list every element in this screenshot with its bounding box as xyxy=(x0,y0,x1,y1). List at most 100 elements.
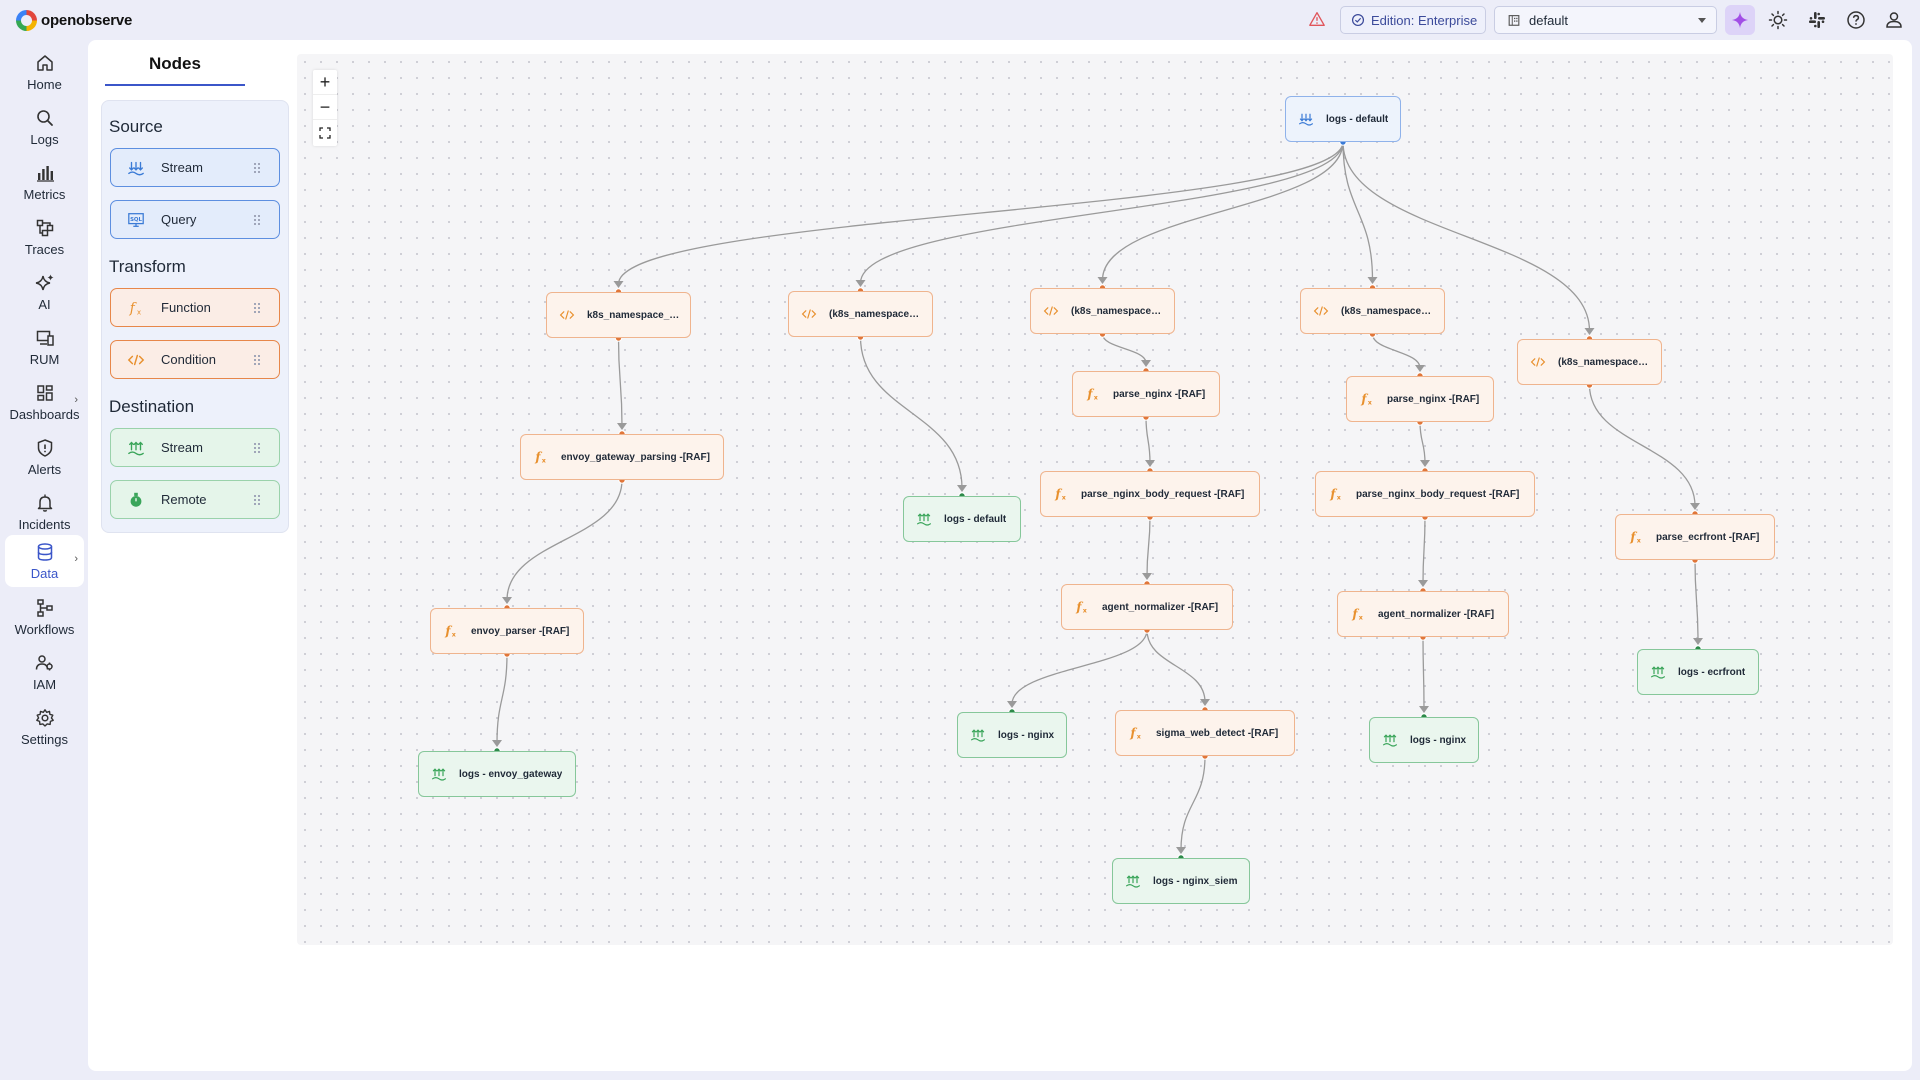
warning-icon[interactable] xyxy=(1308,10,1326,28)
pipeline-edge[interactable] xyxy=(617,141,1344,285)
pipeline-edge[interactable] xyxy=(1588,384,1696,507)
bell-icon xyxy=(37,494,52,512)
pipeline-edge[interactable] xyxy=(617,337,623,427)
nav-item-ai[interactable]: AI xyxy=(5,266,84,318)
drag-handle-icon[interactable] xyxy=(253,442,261,454)
pipeline-node-label: (k8s_namespace_name ... xyxy=(1341,305,1436,317)
nav-label: RUM xyxy=(29,351,60,367)
pipeline-node-destination[interactable]: logs - envoy_gateway xyxy=(418,751,576,797)
edge-arrow xyxy=(502,597,512,604)
pipeline-node-condition[interactable]: (k8s_namespace_name ... xyxy=(788,291,933,337)
pipeline-edge[interactable] xyxy=(1180,755,1206,851)
palette-item-function[interactable]: fx Function xyxy=(110,288,280,327)
pipeline-edge[interactable] xyxy=(1371,333,1421,369)
pipeline-node-source[interactable]: logs - default xyxy=(1285,96,1401,142)
edge-arrow xyxy=(1367,277,1378,284)
palette-item-condition[interactable]: Condition xyxy=(110,340,280,379)
app-logo[interactable]: openobserve xyxy=(16,10,132,31)
nav-item-settings[interactable]: Settings xyxy=(5,701,84,753)
pipeline-node-condition[interactable]: k8s_namespace_name =... xyxy=(546,292,691,338)
user-profile-icon[interactable] xyxy=(1884,10,1904,30)
pipeline-node-destination[interactable]: logs - nginx_siem xyxy=(1112,858,1250,904)
palette-item-label: Remote xyxy=(161,492,207,507)
edge-arrow xyxy=(1145,460,1155,467)
pipeline-edge[interactable] xyxy=(506,479,623,601)
slack-icon[interactable] xyxy=(1807,10,1827,30)
drag-handle-icon[interactable] xyxy=(253,494,261,506)
nav-item-rum[interactable]: RUM xyxy=(5,321,84,373)
nav-item-traces[interactable]: Traces xyxy=(5,211,84,263)
users-icon xyxy=(35,654,53,670)
fit-view-button[interactable] xyxy=(313,120,337,145)
drag-handle-icon[interactable] xyxy=(253,302,261,314)
pipeline-node-function[interactable]: f x parse_nginx -[RAF] xyxy=(1072,371,1220,417)
building-icon xyxy=(1508,15,1520,26)
pipeline-canvas[interactable]: + − logs - default k8s_namespace_name =..… xyxy=(297,54,1893,945)
pipeline-node-condition[interactable]: (k8s_namespace_name ... xyxy=(1517,339,1662,385)
pipeline-node-function[interactable]: f x parse_ecrfront -[RAF] xyxy=(1615,514,1775,560)
pipeline-node-condition[interactable]: (k8s_namespace_name ... xyxy=(1030,288,1175,334)
ai-assistant-button[interactable] xyxy=(1725,5,1755,35)
pipeline-node-condition[interactable]: (k8s_namespace_name ... xyxy=(1300,288,1445,334)
help-icon[interactable] xyxy=(1846,10,1866,30)
zoom-in-button[interactable]: + xyxy=(313,70,337,95)
pipeline-edge[interactable] xyxy=(1419,421,1426,464)
drag-handle-icon[interactable] xyxy=(253,162,261,174)
org-select[interactable]: default xyxy=(1494,6,1717,34)
nav-label: Dashboards xyxy=(9,406,80,422)
palette-item-destination-stream[interactable]: Stream xyxy=(110,428,280,467)
edition-badge[interactable]: Edition: Enterprise xyxy=(1340,6,1486,34)
edge-arrow xyxy=(1419,706,1429,713)
edge-arrow xyxy=(1584,328,1595,335)
zoom-out-button[interactable]: − xyxy=(313,95,337,120)
pipeline-node-function[interactable]: f x sigma_web_detect -[RAF] xyxy=(1115,710,1295,756)
nav-item-data[interactable]: Data › xyxy=(5,535,84,587)
pipeline-node-label: logs - nginx_siem xyxy=(1153,875,1238,887)
palette-item-destination-remote[interactable]: Remote xyxy=(110,480,280,519)
drag-handle-icon[interactable] xyxy=(253,354,261,366)
nodes-tab[interactable]: Nodes xyxy=(105,54,245,74)
node-palette: Source Stream SQL Query Transform fx Fun… xyxy=(101,100,289,533)
pipeline-edge[interactable] xyxy=(859,141,1344,284)
nav-item-iam[interactable]: IAM xyxy=(5,646,84,698)
shield-icon xyxy=(37,438,52,457)
pipeline-node-destination[interactable]: logs - ecrfront xyxy=(1637,649,1759,695)
pipeline-edge[interactable] xyxy=(1694,559,1699,642)
svg-text:x: x xyxy=(542,457,547,465)
pipeline-edge[interactable] xyxy=(496,653,508,744)
pipeline-node-function[interactable]: f x envoy_parser -[RAF] xyxy=(430,608,584,654)
pipeline-edge[interactable] xyxy=(1146,516,1151,577)
pipeline-node-function[interactable]: f x agent_normalizer -[RAF] xyxy=(1061,584,1233,630)
palette-item-source-stream[interactable]: Stream xyxy=(110,148,280,187)
pipeline-node-destination[interactable]: logs - nginx xyxy=(1369,717,1479,763)
palette-item-source-query[interactable]: SQL Query xyxy=(110,200,280,239)
pipeline-node-function[interactable]: f x parse_nginx_body_request -[RAF] xyxy=(1040,471,1260,517)
pipeline-edge[interactable] xyxy=(1422,636,1425,710)
pipeline-node-destination[interactable]: logs - nginx xyxy=(957,712,1067,758)
pipeline-node-label: (k8s_namespace_name ... xyxy=(1071,305,1166,317)
nav-item-home[interactable]: Home xyxy=(5,46,84,98)
pipeline-edge[interactable] xyxy=(859,336,963,489)
pipeline-edge[interactable] xyxy=(1011,629,1148,705)
nav-item-incidents[interactable]: Incidents xyxy=(5,486,84,538)
pipeline-node-function[interactable]: f x envoy_gateway_parsing -[RAF] xyxy=(520,434,724,480)
pipeline-edge[interactable] xyxy=(1146,629,1206,703)
nav-item-workflows[interactable]: Workflows xyxy=(5,591,84,643)
pipeline-node-function[interactable]: f x parse_nginx_body_request -[RAF] xyxy=(1315,471,1535,517)
pipeline-node-destination[interactable]: logs - default xyxy=(903,496,1021,542)
svg-text:x: x xyxy=(452,631,457,639)
drag-handle-icon[interactable] xyxy=(253,214,261,226)
svg-text:x: x xyxy=(1637,537,1642,545)
pipeline-edge[interactable] xyxy=(1101,333,1147,364)
nav-item-dashboards[interactable]: Dashboards › xyxy=(5,376,84,428)
pipeline-node-function[interactable]: f x parse_nginx -[RAF] xyxy=(1346,376,1494,422)
theme-toggle-sun-icon[interactable] xyxy=(1768,10,1788,30)
nav-item-logs[interactable]: Logs xyxy=(5,101,84,153)
nav-item-metrics[interactable]: Metrics xyxy=(5,156,84,208)
pipeline-edge[interactable] xyxy=(1422,516,1426,584)
pipeline-node-function[interactable]: f x agent_normalizer -[RAF] xyxy=(1337,591,1509,637)
nav-item-alerts[interactable]: Alerts xyxy=(5,431,84,483)
pipeline-edge[interactable] xyxy=(1101,141,1344,281)
pipeline-edge[interactable] xyxy=(1145,416,1151,464)
pipeline-node-label: logs - envoy_gateway xyxy=(459,768,563,780)
